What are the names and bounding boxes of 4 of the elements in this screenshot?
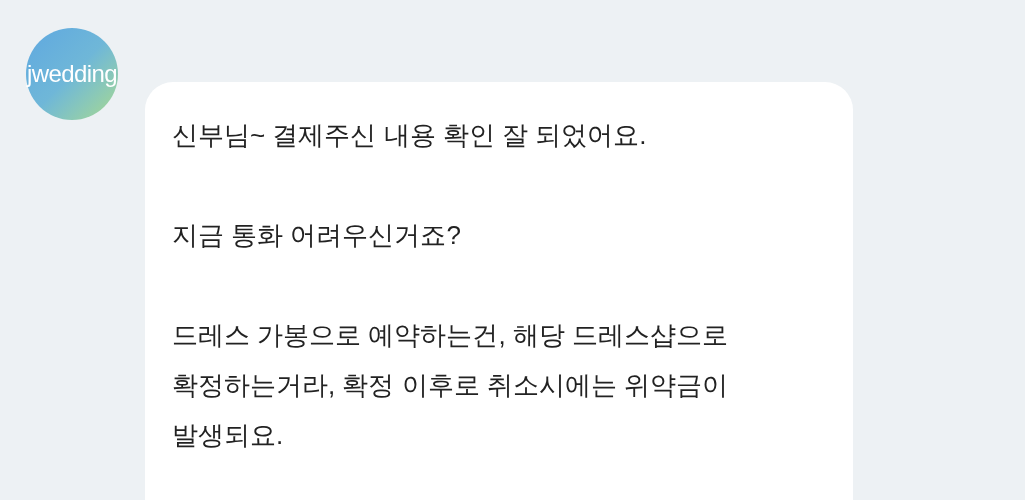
message-text: 드레스 가봉으로 예약하는건, 해당 드레스샵으로 확정하는거라, 확정 이후로 취소시에는 위약금이 발생되요. [172,319,729,452]
message-text: 신부님~ 결제주신 내용 확인 잘 되었어요. [172,119,647,152]
message-text: 지금 통화 어려우신거죠? [172,219,461,252]
logo-text: jwedding [27,59,117,89]
